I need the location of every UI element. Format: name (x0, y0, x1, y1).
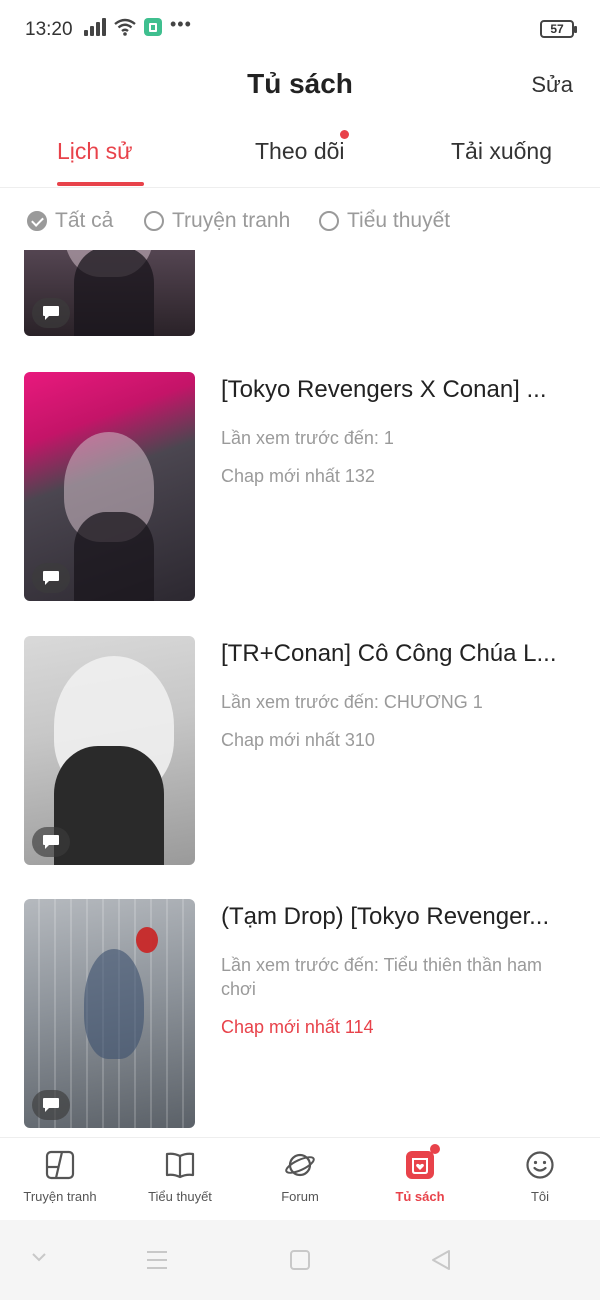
more-dots-icon: ••• (170, 13, 192, 34)
cover-image (24, 636, 195, 865)
radio-icon (319, 211, 339, 231)
history-list[interactable]: [Tokyo Revengers X Conan] ... Lần xem tr… (0, 250, 600, 1135)
signal-icon (84, 18, 106, 36)
filter-comics[interactable]: Truyện tranh (144, 209, 290, 233)
smiley-icon (525, 1150, 555, 1180)
bookshelf-icon (405, 1144, 440, 1180)
cover-image (24, 372, 195, 601)
comment-icon (32, 1090, 70, 1120)
status-icons: ••• (84, 14, 192, 36)
item-title: [Tokyo Revengers X Conan] ... (221, 376, 547, 403)
item-last-read: Lần xem trước đến: CHƯƠNG 1 (221, 692, 483, 712)
cover-image (24, 899, 195, 1128)
wifi-icon (114, 18, 136, 36)
nav-forum[interactable]: Forum (240, 1150, 360, 1204)
nav-comics[interactable]: Truyện tranh (0, 1150, 120, 1204)
nav-label: Tôi (530, 1189, 550, 1204)
app-notification-icon (144, 18, 162, 36)
radio-checked-icon (27, 211, 47, 231)
notification-dot (340, 130, 349, 139)
item-title: [TR+Conan] Cô Công Chúa L... (221, 640, 557, 667)
filter-label: Truyện tranh (172, 209, 291, 232)
radio-icon (144, 211, 164, 231)
system-nav-bar (0, 1220, 600, 1300)
tab-history[interactable]: Lịch sử (57, 138, 132, 165)
nav-bookshelf[interactable]: Tủ sách (360, 1144, 480, 1204)
item-latest-chapter: Chap mới nhất 310 (221, 730, 375, 750)
battery-icon: 57 (540, 20, 577, 38)
header: Tủ sách Sửa (0, 60, 600, 110)
item-latest-chapter: Chap mới nhất 132 (221, 466, 375, 486)
filter-label: Tiểu thuyết (347, 209, 451, 232)
list-item[interactable]: [Tokyo Revengers X Conan] ... Lần xem tr… (0, 372, 600, 602)
filter-all[interactable]: Tất cả (27, 209, 113, 233)
planet-icon (285, 1150, 315, 1180)
item-latest-chapter: Chap mới nhất 114 (221, 1017, 374, 1037)
comic-icon (45, 1150, 75, 1180)
list-item[interactable]: [TR+Conan] Cô Công Chúa L... Lần xem trư… (0, 636, 600, 866)
nav-label: Truyện tranh (23, 1189, 97, 1204)
filter-novels[interactable]: Tiểu thuyết (319, 209, 450, 233)
notification-dot (430, 1144, 440, 1154)
menu-icon[interactable] (146, 1250, 168, 1275)
tab-following[interactable]: Theo dõi (255, 138, 345, 165)
comment-icon (32, 563, 70, 593)
book-icon (165, 1150, 195, 1180)
edit-button[interactable]: Sửa (531, 72, 573, 98)
nav-label: Forum (281, 1189, 319, 1204)
page-title: Tủ sách (247, 68, 353, 99)
item-last-read: Lần xem trước đến: Tiểu thiên thần ham c… (221, 955, 543, 999)
comment-icon (32, 827, 70, 857)
status-time: 13:20 (25, 19, 73, 40)
tab-bar: Lịch sử Theo dõi Tải xuống (0, 130, 600, 188)
tab-downloads[interactable]: Tải xuống (451, 138, 552, 165)
list-item[interactable]: (Tạm Drop) [Tokyo Revenger... Lần xem tr… (0, 899, 600, 1129)
nav-profile[interactable]: Tôi (480, 1150, 600, 1204)
active-tab-indicator (57, 182, 144, 186)
chevron-down-icon[interactable] (30, 1250, 48, 1268)
filter-bar: Tất cả Truyện tranh Tiểu thuyết (0, 205, 600, 245)
nav-novels[interactable]: Tiểu thuyết (120, 1150, 240, 1204)
back-triangle-icon[interactable] (430, 1249, 452, 1276)
filter-label: Tất cả (55, 209, 114, 232)
bottom-nav: Truyện tranh Tiểu thuyết Forum Tủ sách T… (0, 1137, 600, 1220)
item-title: (Tạm Drop) [Tokyo Revenger... (221, 903, 550, 930)
home-square-icon[interactable] (289, 1249, 311, 1276)
nav-label: Tủ sách (395, 1189, 445, 1204)
item-last-read: Lần xem trước đến: 1 (221, 428, 394, 448)
cover-image (24, 250, 195, 336)
list-item[interactable] (0, 250, 600, 337)
nav-label: Tiểu thuyết (148, 1189, 212, 1204)
status-bar: 13:20 ••• 57 (0, 0, 600, 60)
comment-icon (32, 298, 70, 328)
